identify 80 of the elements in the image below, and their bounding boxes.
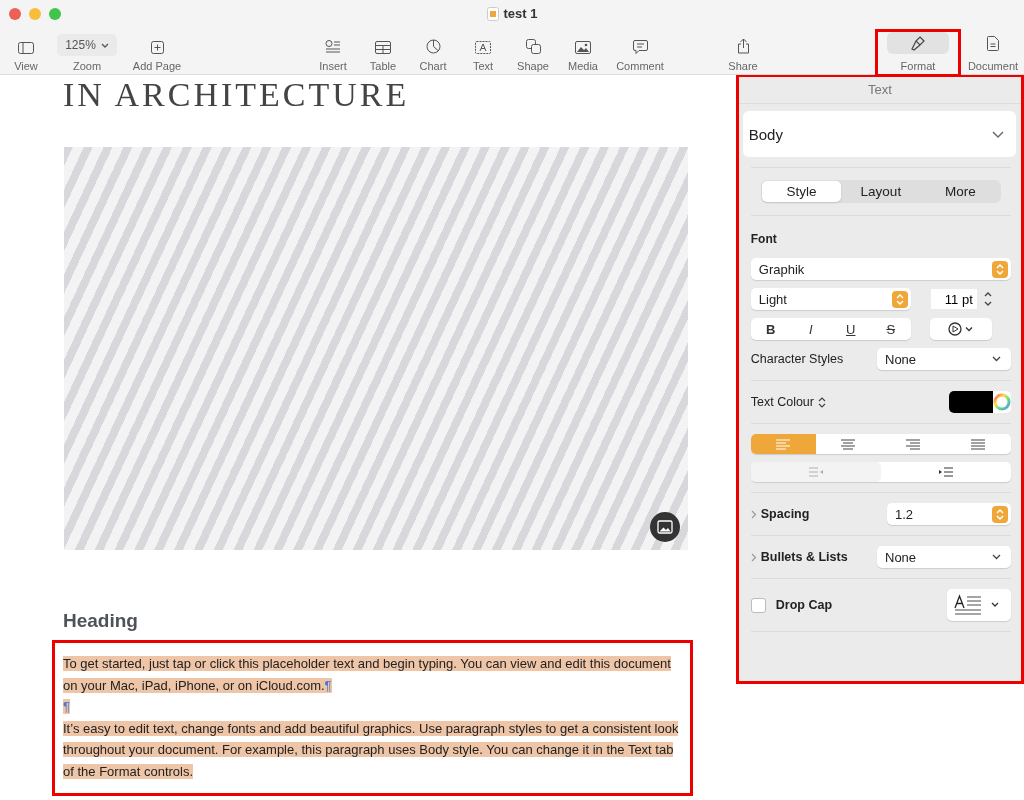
text-colour-label: Text Colour bbox=[750, 395, 826, 409]
view-button[interactable]: View bbox=[0, 32, 52, 72]
font-style-button[interactable]: B bbox=[750, 318, 791, 340]
image-icon[interactable] bbox=[650, 512, 680, 542]
chevron-down-icon bbox=[992, 356, 1001, 362]
close-button[interactable] bbox=[9, 8, 21, 20]
window-title: test 1 bbox=[503, 6, 538, 21]
font-style-button[interactable]: I bbox=[790, 318, 831, 340]
comment-icon bbox=[632, 40, 648, 54]
font-style-button[interactable]: S bbox=[870, 318, 911, 340]
character-styles-dropdown[interactable]: None bbox=[877, 348, 1011, 370]
document-title: IN ARCHITECTURE bbox=[63, 77, 410, 113]
paragraph-style-dropdown[interactable]: Body bbox=[742, 111, 1016, 157]
align-icon bbox=[776, 438, 791, 450]
spacing-dropdown[interactable]: 1.2 bbox=[887, 503, 1011, 525]
insert-icon bbox=[325, 40, 341, 54]
chevron-right-icon bbox=[750, 552, 757, 562]
zoom-label: Zoom bbox=[72, 60, 102, 72]
stepper-icon[interactable] bbox=[982, 290, 993, 308]
format-button[interactable]: Format bbox=[878, 32, 958, 74]
document-icon bbox=[987, 35, 999, 51]
shapes-icon bbox=[525, 39, 541, 54]
section-label: Font bbox=[750, 232, 778, 246]
chart-button[interactable]: Chart bbox=[408, 32, 458, 72]
character-styles-label: Character Styles bbox=[750, 352, 844, 366]
document-icon bbox=[486, 6, 499, 21]
tab[interactable]: More bbox=[920, 181, 1000, 202]
add-page-button[interactable]: Add Page bbox=[122, 32, 192, 72]
zoom-dropdown[interactable]: 125% bbox=[57, 34, 117, 56]
colour-wheel-icon[interactable] bbox=[993, 393, 1011, 411]
stepper-icon bbox=[891, 290, 908, 308]
shape-button[interactable]: Shape bbox=[508, 32, 558, 72]
text-box-icon bbox=[475, 41, 491, 54]
image-icon bbox=[575, 41, 591, 54]
stepper-icon bbox=[818, 396, 826, 408]
sidebar-header: Text bbox=[738, 77, 1021, 104]
chevron-right-icon bbox=[750, 509, 757, 519]
body-paragraph: ¶ bbox=[63, 698, 71, 716]
heading: Heading bbox=[63, 610, 139, 632]
text-effects-dropdown[interactable] bbox=[929, 318, 992, 340]
stepper-icon bbox=[992, 505, 1008, 523]
media-button[interactable]: Media bbox=[558, 32, 608, 72]
sidebar-icon bbox=[18, 42, 34, 54]
align-icon bbox=[841, 438, 856, 450]
comment-button[interactable]: Comment bbox=[608, 32, 672, 72]
align-button[interactable] bbox=[750, 434, 816, 454]
bullets-dropdown[interactable]: None bbox=[877, 546, 1011, 568]
plus-square-icon bbox=[150, 41, 164, 54]
pie-chart-icon bbox=[425, 39, 441, 54]
drop-cap-checkbox[interactable]: Drop Cap bbox=[750, 597, 832, 613]
chevron-down-icon bbox=[992, 130, 1004, 138]
font-family-dropdown[interactable]: Graphik bbox=[750, 258, 1011, 280]
font-style-button[interactable]: U bbox=[830, 318, 871, 340]
chevron-down-icon bbox=[100, 42, 109, 48]
text-box-button[interactable]: Text bbox=[458, 32, 508, 72]
tab[interactable]: Style bbox=[761, 181, 842, 202]
align-icon bbox=[906, 438, 921, 450]
paintbrush-icon bbox=[911, 35, 925, 51]
share-button[interactable]: Share bbox=[718, 32, 768, 72]
body-paragraph: To get started, just tap or click this placeholder text and begin typing. You can view and edit this document on your Mac, iPad, iPhone, or on iCloud.com.¶ bbox=[63, 655, 672, 695]
table-button[interactable]: Table bbox=[358, 32, 408, 72]
table-icon bbox=[375, 41, 391, 54]
decrease-indent-icon bbox=[807, 467, 824, 477]
typeface-dropdown[interactable]: Light bbox=[750, 288, 911, 310]
font-size-field[interactable]: 11 pt bbox=[930, 289, 977, 309]
tab[interactable]: Layout bbox=[841, 181, 921, 202]
stepper-icon bbox=[992, 260, 1008, 278]
minimize-button[interactable] bbox=[29, 8, 41, 20]
increase-indent-icon bbox=[937, 467, 954, 477]
align-icon bbox=[971, 438, 986, 450]
zoom-button[interactable] bbox=[49, 8, 61, 20]
body-paragraph: It’s easy to edit text, change fonts and add beautiful graphics. Use paragraph styles to get a consistent look throughout your document. For example, this paragraph uses Body style. You can change it in the Text tab of the Format controls. bbox=[63, 719, 680, 781]
spacing-label[interactable]: Spacing bbox=[750, 507, 810, 521]
chevron-down-icon bbox=[992, 554, 1001, 560]
insert-button[interactable]: Insert bbox=[308, 32, 358, 72]
document-button[interactable]: Document bbox=[962, 32, 1024, 72]
share-icon bbox=[736, 38, 750, 54]
colour-swatch[interactable] bbox=[949, 391, 993, 413]
drop-cap-style-dropdown[interactable] bbox=[947, 589, 1011, 621]
bullets-lists-label[interactable]: Bullets & Lists bbox=[750, 550, 848, 564]
